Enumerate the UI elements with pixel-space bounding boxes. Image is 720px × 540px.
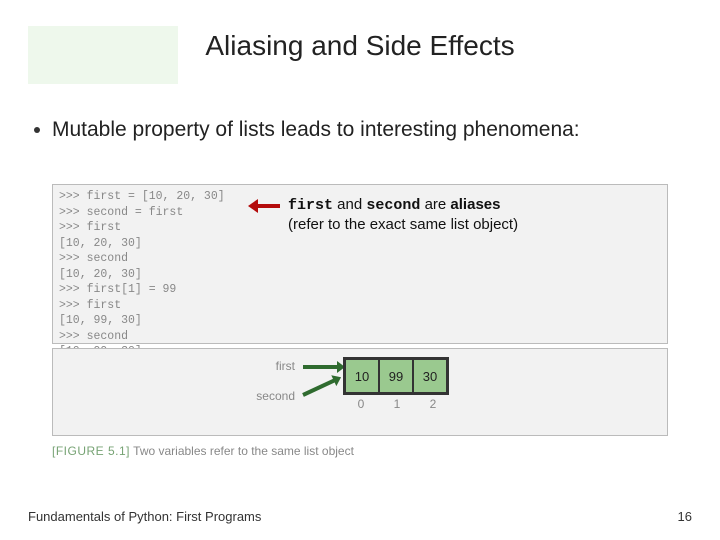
list-cell: 10	[345, 359, 379, 393]
arrow-right-icon	[302, 378, 336, 397]
bullet-item: Mutable property of lists leads to inter…	[34, 116, 580, 144]
list-indices: 0 1 2	[343, 397, 451, 411]
arrow-left-icon	[256, 204, 280, 208]
arrow-right-icon	[303, 365, 339, 369]
figure-label: [FIGURE 5.1]	[52, 444, 130, 458]
diagram-var-labels: first second	[251, 359, 295, 419]
slide-title: Aliasing and Side Effects	[0, 30, 720, 62]
bullet-dot-icon	[34, 127, 40, 133]
diagram: first second 10 99 30 0 1 2	[52, 348, 668, 436]
list-cell: 99	[379, 359, 413, 393]
index-label: 2	[415, 397, 451, 411]
list-cell: 30	[413, 359, 447, 393]
index-label: 1	[379, 397, 415, 411]
diagram-label-first: first	[251, 359, 295, 373]
figure-caption: [FIGURE 5.1] Two variables refer to the …	[52, 444, 354, 458]
figure-text: Two variables refer to the same list obj…	[130, 444, 354, 458]
page-number: 16	[678, 509, 692, 524]
list-boxes: 10 99 30	[343, 357, 449, 395]
callout: first and second are aliases (refer to t…	[256, 196, 518, 235]
callout-text: first and second are aliases (refer to t…	[288, 196, 518, 235]
diagram-label-second: second	[251, 389, 295, 403]
index-label: 0	[343, 397, 379, 411]
bullet-text: Mutable property of lists leads to inter…	[52, 116, 580, 144]
footer-text: Fundamentals of Python: First Programs	[28, 509, 261, 524]
